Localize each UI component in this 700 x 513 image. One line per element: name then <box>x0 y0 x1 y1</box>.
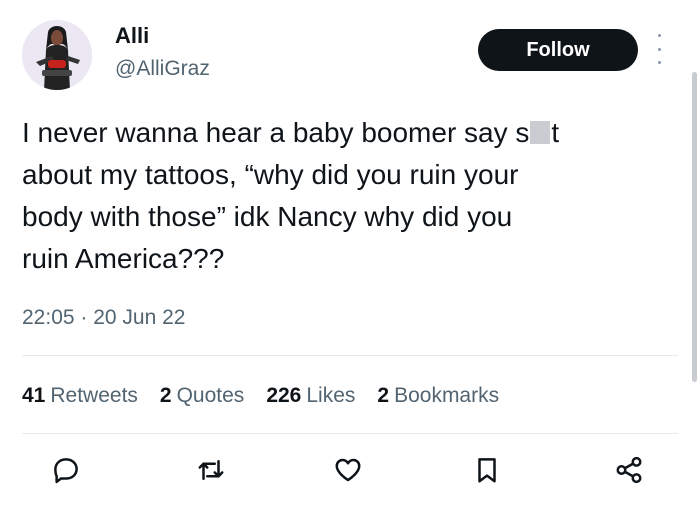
stat-quotes[interactable]: 2 Quotes <box>160 382 244 410</box>
tweet-text-part1: I never wanna hear a baby boomer say s <box>22 117 530 148</box>
stat-likes[interactable]: 226 Likes <box>266 382 355 410</box>
stat-count: 226 <box>266 384 302 407</box>
more-dot <box>657 34 661 37</box>
tweet-timestamp[interactable]: 22:05 · 20 Jun 22 <box>22 304 185 332</box>
stat-retweets[interactable]: 41 Retweets <box>22 382 138 410</box>
stat-label: Likes <box>306 384 356 407</box>
stat-count: 2 <box>377 384 390 407</box>
share-icon[interactable] <box>607 448 651 492</box>
stat-count: 2 <box>159 384 172 407</box>
stat-label: Quotes <box>176 384 245 407</box>
more-dot <box>657 61 661 64</box>
stat-bookmarks[interactable]: 2 Bookmarks <box>377 382 499 410</box>
avatar[interactable] <box>22 20 92 90</box>
action-bar <box>0 448 700 492</box>
scrollbar[interactable] <box>692 72 697 382</box>
reply-icon[interactable] <box>44 448 88 492</box>
retweet-icon[interactable] <box>189 448 233 492</box>
divider <box>22 355 678 356</box>
stat-label: Bookmarks <box>394 384 500 407</box>
more-options-icon[interactable] <box>652 34 666 64</box>
display-name[interactable]: Alli <box>115 22 149 50</box>
bookmark-icon[interactable] <box>465 448 509 492</box>
stat-count: 41 <box>22 384 46 407</box>
user-handle[interactable]: @AlliGraz <box>115 56 210 82</box>
censor-block <box>530 121 551 144</box>
like-icon[interactable] <box>326 448 370 492</box>
profile-photo-icon <box>22 20 92 90</box>
tweet-card: Alli @AlliGraz Follow I never wanna hear… <box>0 0 700 513</box>
engagement-stats: 41 Retweets 2 Quotes 226 Likes 2 Bookmarks <box>22 382 499 410</box>
more-dot <box>657 47 661 51</box>
stat-label: Retweets <box>50 384 138 407</box>
follow-button[interactable]: Follow <box>478 29 638 71</box>
divider <box>22 433 678 434</box>
tweet-text: I never wanna hear a baby boomer say st … <box>22 112 662 280</box>
